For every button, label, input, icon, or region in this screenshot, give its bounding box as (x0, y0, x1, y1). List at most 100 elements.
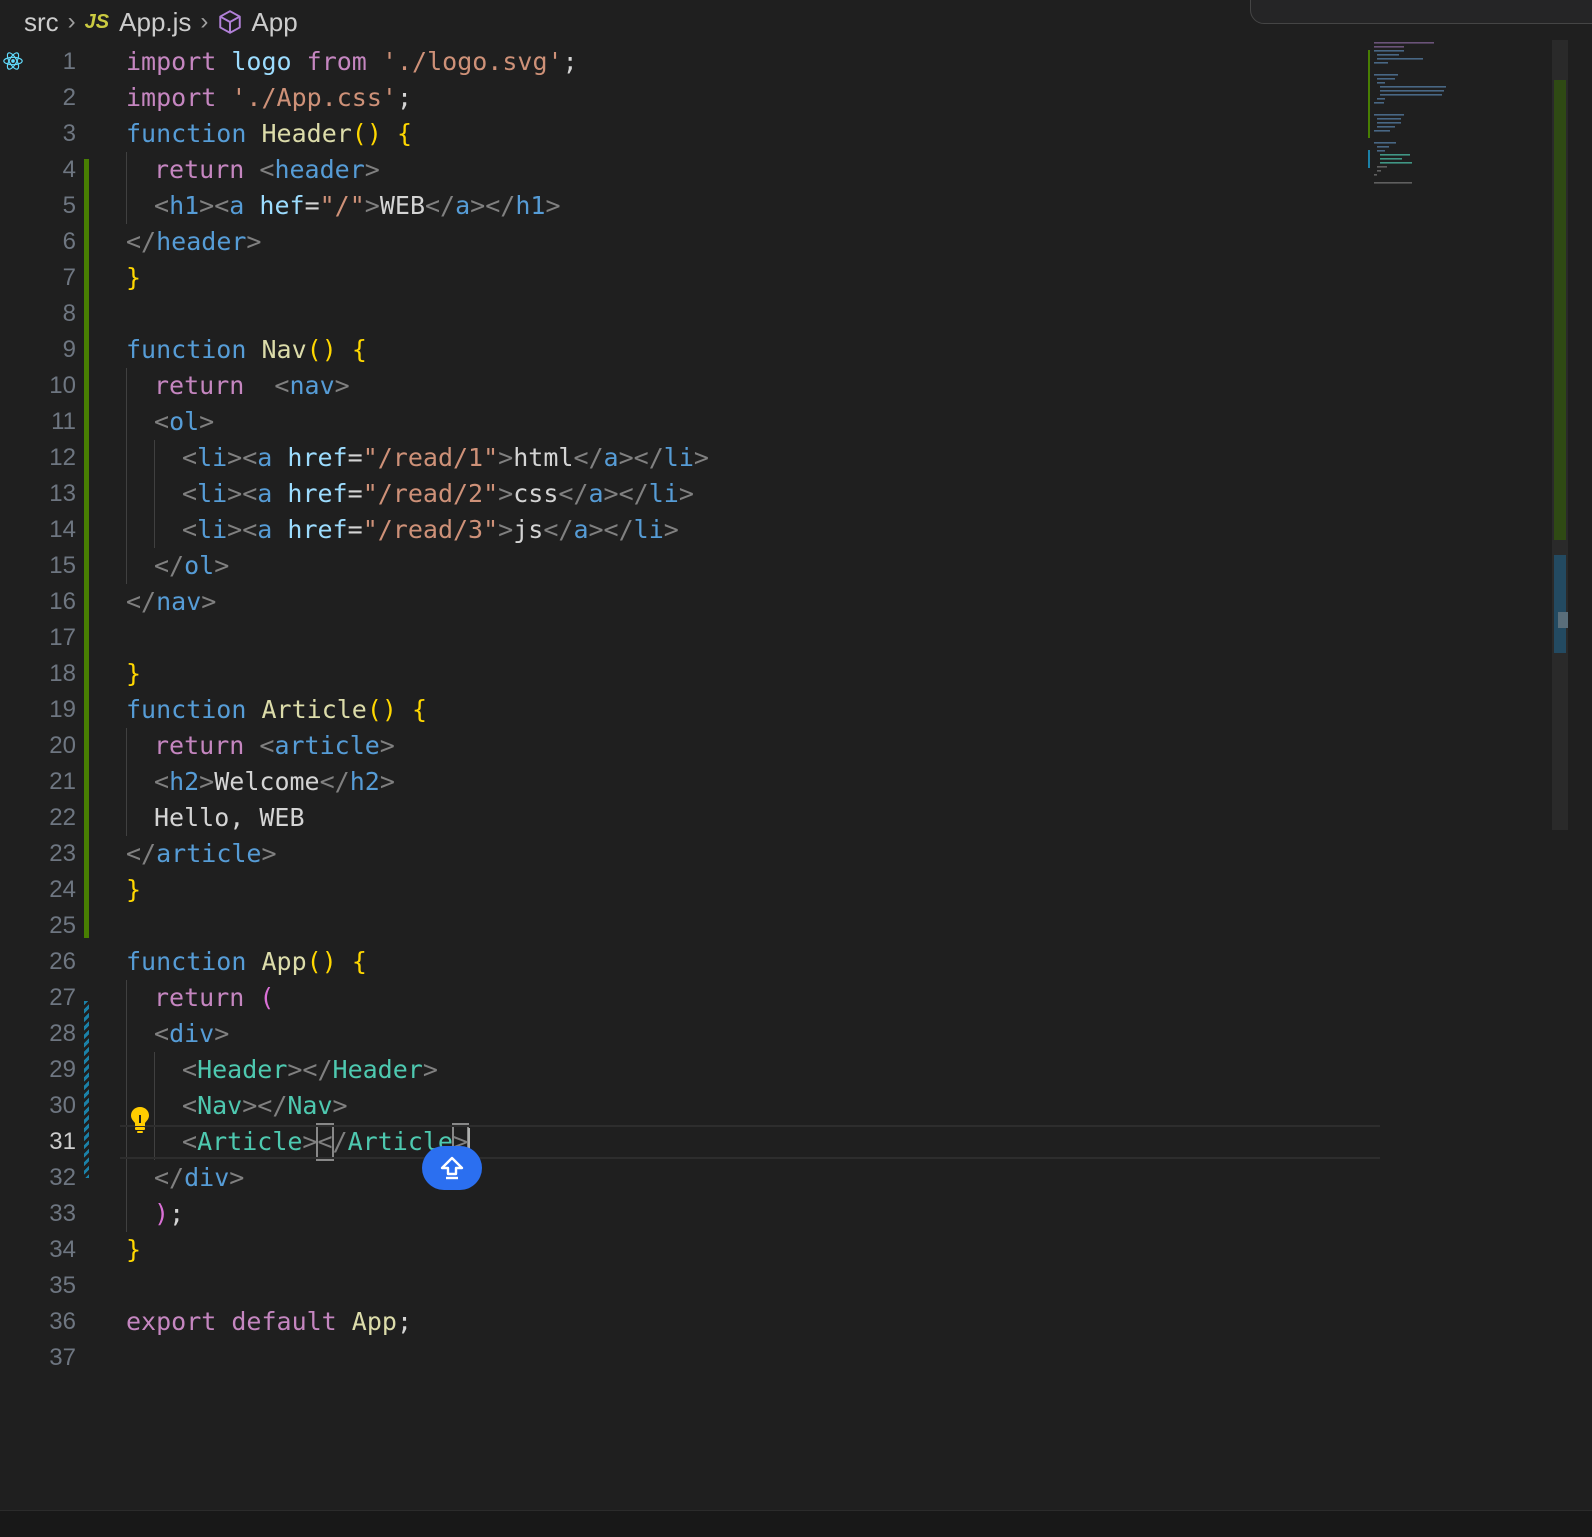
code-line[interactable]: 32 </div> (0, 1160, 1380, 1196)
code-line[interactable]: 16 </nav> (0, 584, 1380, 620)
code-text[interactable]: function Nav() { (126, 332, 367, 368)
code-line[interactable]: 29 <Header></Header> (0, 1052, 1380, 1088)
code-text[interactable]: return <header> (126, 152, 380, 188)
code-token: < (154, 1019, 170, 1048)
code-line[interactable]: 6 </header> (0, 224, 1380, 260)
code-text[interactable]: Hello, WEB (126, 800, 305, 836)
code-line[interactable]: 31 <Article></Article> (0, 1123, 1380, 1161)
code-line[interactable]: 30 <Nav></Nav> (0, 1088, 1380, 1124)
code-line[interactable]: 12 <li><a href="/read/1">html</a></li> (0, 440, 1380, 476)
code-line[interactable]: 37 (0, 1340, 1380, 1376)
code-token: return (154, 731, 245, 760)
code-text[interactable]: function Article() { (126, 692, 427, 728)
code-text[interactable]: <h2>Welcome</h2> (126, 764, 395, 800)
code-line[interactable]: 4 return <header> (0, 152, 1380, 188)
code-line[interactable]: 20 return <article> (0, 728, 1380, 764)
code-line[interactable]: 33); (0, 1196, 1380, 1232)
code-text[interactable]: </nav> (126, 584, 216, 620)
code-token: Header (261, 119, 352, 148)
code-token: >< (227, 443, 258, 472)
code-token: './App.css' (231, 83, 397, 112)
code-line[interactable]: 27 return ( (0, 980, 1380, 1016)
breadcrumb-symbol[interactable]: App (251, 7, 297, 38)
code-line[interactable]: 5 <h1><a hef="/">WEB</a></h1> (0, 188, 1380, 224)
code-token: function (126, 335, 247, 364)
scrollbar-cursor-marker (1558, 612, 1568, 628)
code-line[interactable]: 23 </article> (0, 836, 1380, 872)
code-editor[interactable]: 1 import logo from './logo.svg'; 2 import '… (0, 44, 1380, 1376)
code-line[interactable]: 13 <li><a href="/read/2">css</a></li> (0, 476, 1380, 512)
code-line[interactable]: 21 <h2>Welcome</h2> (0, 764, 1380, 800)
code-line[interactable]: 2 import './App.css'; (0, 80, 1380, 116)
code-line[interactable]: 14 <li><a href="/read/3">js</a></li> (0, 512, 1380, 548)
code-text[interactable]: return <nav> (126, 368, 350, 404)
code-token: ; (396, 1307, 413, 1336)
code-line[interactable]: 9 function Nav() { (0, 332, 1380, 368)
code-line[interactable]: 35 (0, 1268, 1380, 1304)
code-line[interactable]: 1 import logo from './logo.svg'; (0, 44, 1380, 80)
code-line[interactable]: 28 <div> (0, 1016, 1380, 1052)
code-line[interactable]: 25 (0, 908, 1380, 944)
code-line[interactable]: 15 </ol> (0, 548, 1380, 584)
code-text[interactable]: <Article></Article> (126, 1123, 471, 1161)
code-line[interactable]: 10 return <nav> (0, 368, 1380, 404)
code-text[interactable]: </ol> (126, 548, 229, 584)
code-text[interactable]: function App() { (126, 944, 367, 980)
code-text[interactable]: } (126, 1232, 141, 1268)
code-line[interactable]: 11 <ol> (0, 404, 1380, 440)
code-line[interactable]: 19 function Article() { (0, 692, 1380, 728)
code-text[interactable]: <Nav></Nav> (126, 1088, 348, 1124)
code-token: > (545, 191, 561, 220)
find-widget[interactable] (1250, 0, 1592, 24)
code-text[interactable]: return ( (126, 980, 274, 1016)
code-text[interactable]: import logo from './logo.svg'; (126, 44, 578, 80)
code-text[interactable]: <li><a href="/read/3">js</a></li> (126, 512, 679, 548)
code-text[interactable]: } (126, 872, 141, 908)
upload-arrow-icon (440, 1156, 464, 1180)
code-text[interactable]: <li><a href="/read/2">css</a></li> (126, 476, 694, 512)
code-line[interactable]: 7} (0, 260, 1380, 296)
code-text[interactable]: return <article> (126, 728, 395, 764)
upload-floating-button[interactable] (422, 1146, 482, 1190)
code-token: < (182, 1127, 198, 1156)
code-line[interactable]: 22 Hello, WEB (0, 800, 1380, 836)
code-token: "/" (319, 191, 365, 220)
code-text[interactable]: </header> (126, 224, 261, 260)
code-token: ) (154, 1199, 170, 1228)
minimap[interactable] (1368, 40, 1478, 190)
vertical-scrollbar[interactable] (1552, 40, 1568, 1512)
code-text[interactable]: <Header></Header> (126, 1052, 438, 1088)
code-text[interactable]: import './App.css'; (126, 80, 412, 116)
code-token: > (663, 515, 679, 544)
lightbulb-icon[interactable] (130, 1106, 150, 1134)
code-text[interactable]: </div> (126, 1160, 244, 1196)
code-line[interactable]: 8 (0, 296, 1380, 332)
code-text[interactable]: ); (126, 1196, 184, 1232)
code-text[interactable]: <div> (126, 1016, 229, 1052)
code-line[interactable]: 26 function App() { (0, 944, 1380, 980)
code-text[interactable]: } (126, 260, 141, 296)
code-token: ></ (470, 191, 516, 220)
code-token: h2 (349, 767, 380, 796)
code-text[interactable]: } (126, 656, 141, 692)
code-token: a (455, 191, 471, 220)
code-line[interactable]: 24} (0, 872, 1380, 908)
code-line[interactable]: 3 function Header() { (0, 116, 1380, 152)
code-text[interactable]: export default App; (126, 1304, 412, 1340)
code-text[interactable]: <h1><a hef="/">WEB</a></h1> (126, 188, 561, 224)
code-line[interactable]: 34} (0, 1232, 1380, 1268)
breadcrumb-folder[interactable]: src (24, 7, 59, 38)
code-token: > (214, 1019, 230, 1048)
code-text[interactable]: <li><a href="/read/1">html</a></li> (126, 440, 709, 476)
code-line[interactable]: 17 (0, 620, 1380, 656)
code-token: < (182, 1091, 198, 1120)
line-number: 30 (49, 1092, 76, 1119)
breadcrumb-file[interactable]: App.js (119, 7, 191, 38)
code-text[interactable]: </article> (126, 836, 277, 872)
code-line[interactable]: 18} (0, 656, 1380, 692)
code-text[interactable]: function Header() { (126, 116, 412, 152)
code-text[interactable]: <ol> (126, 404, 214, 440)
code-line[interactable]: 36 export default App; (0, 1304, 1380, 1340)
